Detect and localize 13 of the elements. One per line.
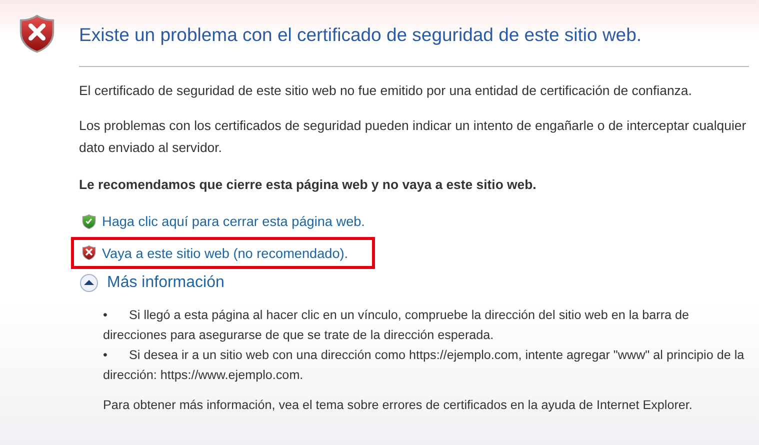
- body-text: Los problemas con los certificados de seguridad pueden indicar un intento de engañarle o de interceptar cualquier dato enviado al servidor.: [79, 117, 748, 157]
- error-shield-icon: [19, 14, 55, 54]
- close-page-link[interactable]: Haga clic aquí para cerrar esta página web.: [102, 214, 365, 230]
- body-text: El certificado de seguridad de este sitio web no fue emitido por una entidad de certificación de confianza.: [79, 82, 693, 100]
- check-shield-icon: [82, 214, 96, 230]
- bullet-text: • Si desea ir a un sitio web con una dirección como https://ejemplo.com, intente agregar "www" al principio de la dirección: https://www.ejemplo.com.: [103, 346, 746, 384]
- continue-link[interactable]: Vaya a este sitio web (no recomendado).: [102, 246, 348, 261]
- help-text: Para obtener más información, vea el tema sobre errores de certificados en la ayuda de Internet Explorer.: [103, 396, 694, 414]
- bullet-text: • Si llegó a esta página al hacer clic en un vínculo, compruebe la dirección del sitio web en la barra de direcciones para asegurarse de que se trate de la dirección esperada.: [103, 306, 690, 344]
- recommendation-text: Le recomendamos que cierre esta página web y no vaya a este sitio web.: [79, 176, 538, 194]
- page-title: Existe un problema con el certificado de seguridad de este sitio web.: [79, 24, 749, 67]
- x-shield-icon: [82, 245, 96, 261]
- more-info-link[interactable]: Más información: [107, 274, 224, 292]
